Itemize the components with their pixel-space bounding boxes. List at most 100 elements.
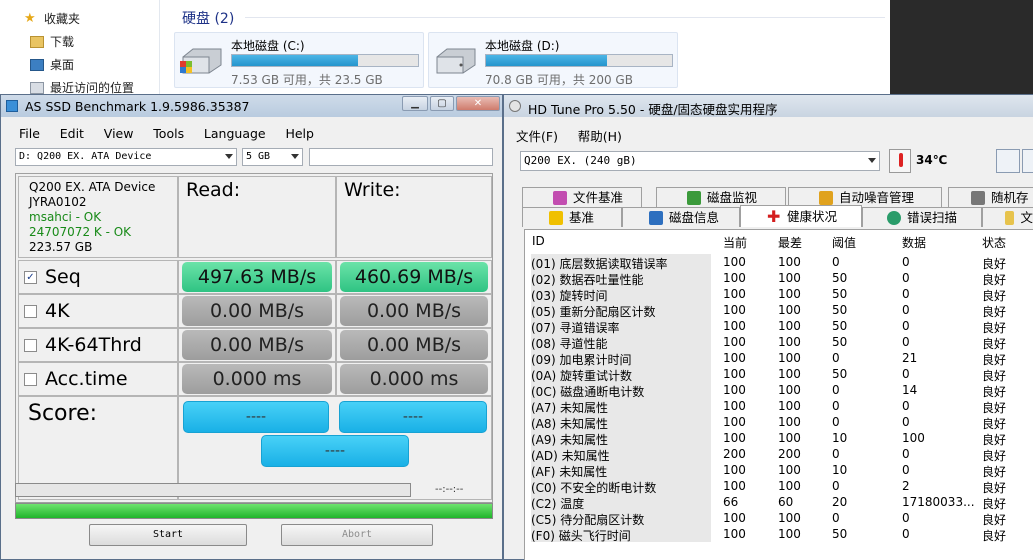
table-row[interactable]: (F0) 磁头飞行时间 100 100 50 0 良好 xyxy=(525,526,1033,543)
checkbox[interactable] xyxy=(24,304,37,318)
hdtune-titlebar[interactable]: HD Tune Pro 5.50 - 硬盘/固态硬盘实用程序 xyxy=(504,95,1033,117)
section-divider xyxy=(245,17,885,18)
col-status[interactable]: 状态 xyxy=(982,234,1006,251)
table-row[interactable]: (0A) 旋转重试计数 100 100 50 0 良好 xyxy=(525,366,1033,383)
table-row[interactable]: (C5) 待分配扇区计数 100 100 0 0 良好 xyxy=(525,510,1033,527)
table-row[interactable]: (0C) 磁盘通断电计数 100 100 0 14 良好 xyxy=(525,382,1033,399)
table-row[interactable]: (01) 底层数据读取错误率 100 100 0 0 良好 xyxy=(525,254,1033,271)
table-row[interactable]: (05) 重新分配扇区计数 100 100 50 0 良好 xyxy=(525,302,1033,319)
score-read: ---- xyxy=(183,401,329,433)
data-value: 0 xyxy=(902,447,910,461)
file-benchmark-icon xyxy=(553,190,567,205)
save-icon[interactable] xyxy=(1022,149,1033,173)
drive-tile-c[interactable]: 本地磁盘 (C:) 7.53 GB 可用，共 23.5 GB xyxy=(174,32,424,88)
col-worst[interactable]: 最差 xyxy=(778,234,802,251)
checkbox[interactable] xyxy=(24,338,37,352)
current-value: 100 xyxy=(723,319,746,333)
col-threshold[interactable]: 阈值 xyxy=(832,234,856,251)
write-result-cell: 0.00 MB/s xyxy=(336,328,492,362)
col-current[interactable]: 当前 xyxy=(723,234,747,251)
attribute-name: (0A) 旋转重试计数 xyxy=(531,366,711,383)
data-value: 0 xyxy=(902,303,910,317)
test-checkbox-0[interactable]: ✓ Seq xyxy=(24,266,81,288)
current-value: 100 xyxy=(723,335,746,349)
data-value: 0 xyxy=(902,335,910,349)
close-button[interactable]: ✕ xyxy=(456,96,500,111)
data-value: 0 xyxy=(902,463,910,477)
tab-disk-monitor[interactable]: 磁盘监视 xyxy=(656,187,786,207)
start-button[interactable]: Start xyxy=(89,524,247,546)
checkbox[interactable]: ✓ xyxy=(24,270,37,284)
table-row[interactable]: (AD) 未知属性 200 200 0 0 良好 xyxy=(525,446,1033,463)
worst-value: 100 xyxy=(778,511,801,525)
tab-health[interactable]: ✚ 健康状况 xyxy=(740,205,862,227)
menu-tools[interactable]: Tools xyxy=(153,123,184,144)
nav-item-downloads[interactable]: 下载 xyxy=(30,33,74,50)
attribute-name: (AF) 未知属性 xyxy=(531,462,711,479)
menu-edit[interactable]: Edit xyxy=(60,123,84,144)
minimize-button[interactable]: ▁ xyxy=(402,96,428,111)
menu-help[interactable]: 帮助(H) xyxy=(578,123,622,148)
worst-value: 100 xyxy=(778,399,801,413)
table-row[interactable]: (03) 旋转时间 100 100 50 0 良好 xyxy=(525,286,1033,303)
current-value: 100 xyxy=(723,351,746,365)
table-row[interactable]: (C0) 不安全的断电计数 100 100 0 2 良好 xyxy=(525,478,1033,495)
read-result: 497.63 MB/s xyxy=(182,262,332,292)
abort-button[interactable]: Abort xyxy=(281,524,433,546)
test-name: 4K xyxy=(45,300,70,322)
size-select[interactable]: 5 GB xyxy=(242,148,303,166)
test-checkbox-2[interactable]: 4K-64Thrd xyxy=(24,334,142,356)
copy-icon[interactable] xyxy=(996,149,1020,173)
smart-table: ID 当前 最差 阈值 数据 状态 (01) 底层数据读取错误率 100 100 0 0… xyxy=(524,229,1033,560)
test-checkbox-3[interactable]: Acc.time xyxy=(24,368,128,390)
threshold-value: 50 xyxy=(832,335,848,349)
table-header: ID 当前 最差 阈值 数据 状态 xyxy=(525,230,1033,250)
tab-disk-info[interactable]: 磁盘信息 xyxy=(622,207,740,227)
driver-status: msahci - OK xyxy=(29,210,102,224)
score-label: Score: xyxy=(28,401,98,426)
tab-aam[interactable]: 自动噪音管理 xyxy=(788,187,942,207)
write-result: 460.69 MB/s xyxy=(340,262,488,292)
nav-item-favorites[interactable]: ★ 收藏夹 xyxy=(24,10,80,27)
menu-file[interactable]: 文件(F) xyxy=(516,123,558,148)
tab-random-access[interactable]: 随机存 xyxy=(948,187,1033,207)
table-row[interactable]: (07) 寻道错误率 100 100 50 0 良好 xyxy=(525,318,1033,335)
menu-help[interactable]: Help xyxy=(285,123,314,144)
tab-folder-usage[interactable]: 文 xyxy=(982,207,1033,227)
table-row[interactable]: (08) 寻道性能 100 100 50 0 良好 xyxy=(525,334,1033,351)
table-row[interactable]: (AF) 未知属性 100 100 10 0 良好 xyxy=(525,462,1033,479)
current-value: 100 xyxy=(723,399,746,413)
worst-value: 100 xyxy=(778,287,801,301)
nav-item-desktop[interactable]: 桌面 xyxy=(30,56,74,73)
tab-benchmark[interactable]: 基准 xyxy=(522,207,622,227)
test-row-label-cell: 4K-64Thrd xyxy=(18,328,178,362)
drive-select[interactable]: Q200 EX. (240 gB) xyxy=(520,151,880,171)
nav-item-label: 收藏夹 xyxy=(44,12,81,26)
table-row[interactable]: (A9) 未知属性 100 100 10 100 良好 xyxy=(525,430,1033,447)
checkbox[interactable] xyxy=(24,372,37,386)
maximize-button[interactable]: ▢ xyxy=(430,96,454,111)
table-row[interactable]: (09) 加电累计时间 100 100 0 21 良好 xyxy=(525,350,1033,367)
test-name: Seq xyxy=(45,266,81,288)
threshold-value: 10 xyxy=(832,463,848,477)
test-checkbox-1[interactable]: 4K xyxy=(24,300,70,322)
table-row[interactable]: (A7) 未知属性 100 100 0 0 良好 xyxy=(525,398,1033,415)
table-row[interactable]: (02) 数据吞吐量性能 100 100 50 0 良好 xyxy=(525,270,1033,287)
data-value: 2 xyxy=(902,479,910,493)
menu-file[interactable]: File xyxy=(19,123,40,144)
current-value: 100 xyxy=(723,383,746,397)
tab-file-benchmark[interactable]: 文件基准 xyxy=(522,187,642,207)
drive-select[interactable]: D: Q200 EX. ATA Device xyxy=(15,148,237,166)
menu-view[interactable]: View xyxy=(104,123,134,144)
as-ssd-titlebar[interactable]: AS SSD Benchmark 1.9.5986.35387 ▁ ▢ ✕ xyxy=(1,95,502,117)
drive-tile-d[interactable]: 本地磁盘 (D:) 70.8 GB 可用，共 200 GB xyxy=(428,32,678,88)
col-id[interactable]: ID xyxy=(532,234,545,248)
table-row[interactable]: (A8) 未知属性 100 100 0 0 良好 xyxy=(525,414,1033,431)
read-result-cell: 497.63 MB/s xyxy=(178,260,336,294)
tab-error-scan[interactable]: 错误扫描 xyxy=(862,207,982,227)
attribute-name: (08) 寻道性能 xyxy=(531,334,711,351)
col-data[interactable]: 数据 xyxy=(902,234,926,251)
worst-value: 100 xyxy=(778,383,801,397)
table-row[interactable]: (C2) 温度 66 60 20 17180033... 良好 xyxy=(525,494,1033,511)
menu-language[interactable]: Language xyxy=(204,123,266,144)
